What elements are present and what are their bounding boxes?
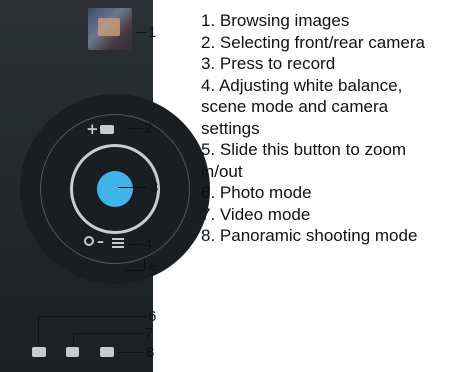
callout-line-5 [124, 270, 144, 271]
callout-line-4 [128, 244, 142, 245]
callout-line-2 [128, 128, 142, 129]
callout-number-6: 6 [148, 308, 157, 325]
legend-item-8: 8. Panoramic shooting mode [201, 226, 418, 245]
legend-item-3: 3. Press to record [201, 54, 336, 73]
minus-icon[interactable]: – [97, 234, 104, 250]
callout-number-4: 4 [144, 236, 153, 253]
callout-line-6 [38, 316, 146, 317]
legend-item-6: 6. Photo mode [201, 183, 312, 202]
callout-number-5: 5 [148, 262, 157, 279]
callout-line-7-v [73, 333, 74, 345]
record-button[interactable] [97, 171, 133, 207]
legend-item-7: 7. Video mode [201, 204, 311, 224]
image-thumbnail-icon[interactable] [88, 8, 132, 50]
thumbnail-preview [98, 18, 120, 36]
callout-line-5-v [144, 258, 145, 270]
callout-number-8: 8 [146, 344, 155, 361]
callout-line-8 [117, 352, 144, 353]
legend-list: 1. Browsing images 2. Selecting front/re… [201, 10, 451, 247]
plus-icon[interactable]: + [86, 120, 99, 138]
callout-line-3 [118, 187, 148, 188]
callout-number-7: 7 [145, 325, 154, 342]
zoom-icon[interactable] [84, 236, 94, 246]
settings-icon[interactable] [112, 237, 124, 249]
callout-number-1: 1 [148, 24, 157, 41]
callout-line-6-v [38, 316, 39, 344]
legend-item-1: 1. Browsing images [201, 11, 350, 30]
photo-mode-icon[interactable] [32, 347, 46, 357]
legend-item-4: 4. Adjusting white balance, scene mode a… [201, 75, 403, 138]
legend-item-5: 5. Slide this button to zoom in/out [201, 140, 407, 181]
panorama-mode-icon[interactable] [100, 347, 114, 357]
video-mode-icon[interactable] [66, 347, 79, 357]
switch-camera-icon[interactable] [100, 125, 114, 134]
callout-line-7 [73, 333, 143, 334]
callout-number-3: 3 [150, 179, 159, 196]
callout-line-1 [136, 32, 146, 33]
callout-number-2: 2 [144, 120, 153, 137]
legend-item-2: 2. Selecting front/rear camera [201, 32, 425, 52]
